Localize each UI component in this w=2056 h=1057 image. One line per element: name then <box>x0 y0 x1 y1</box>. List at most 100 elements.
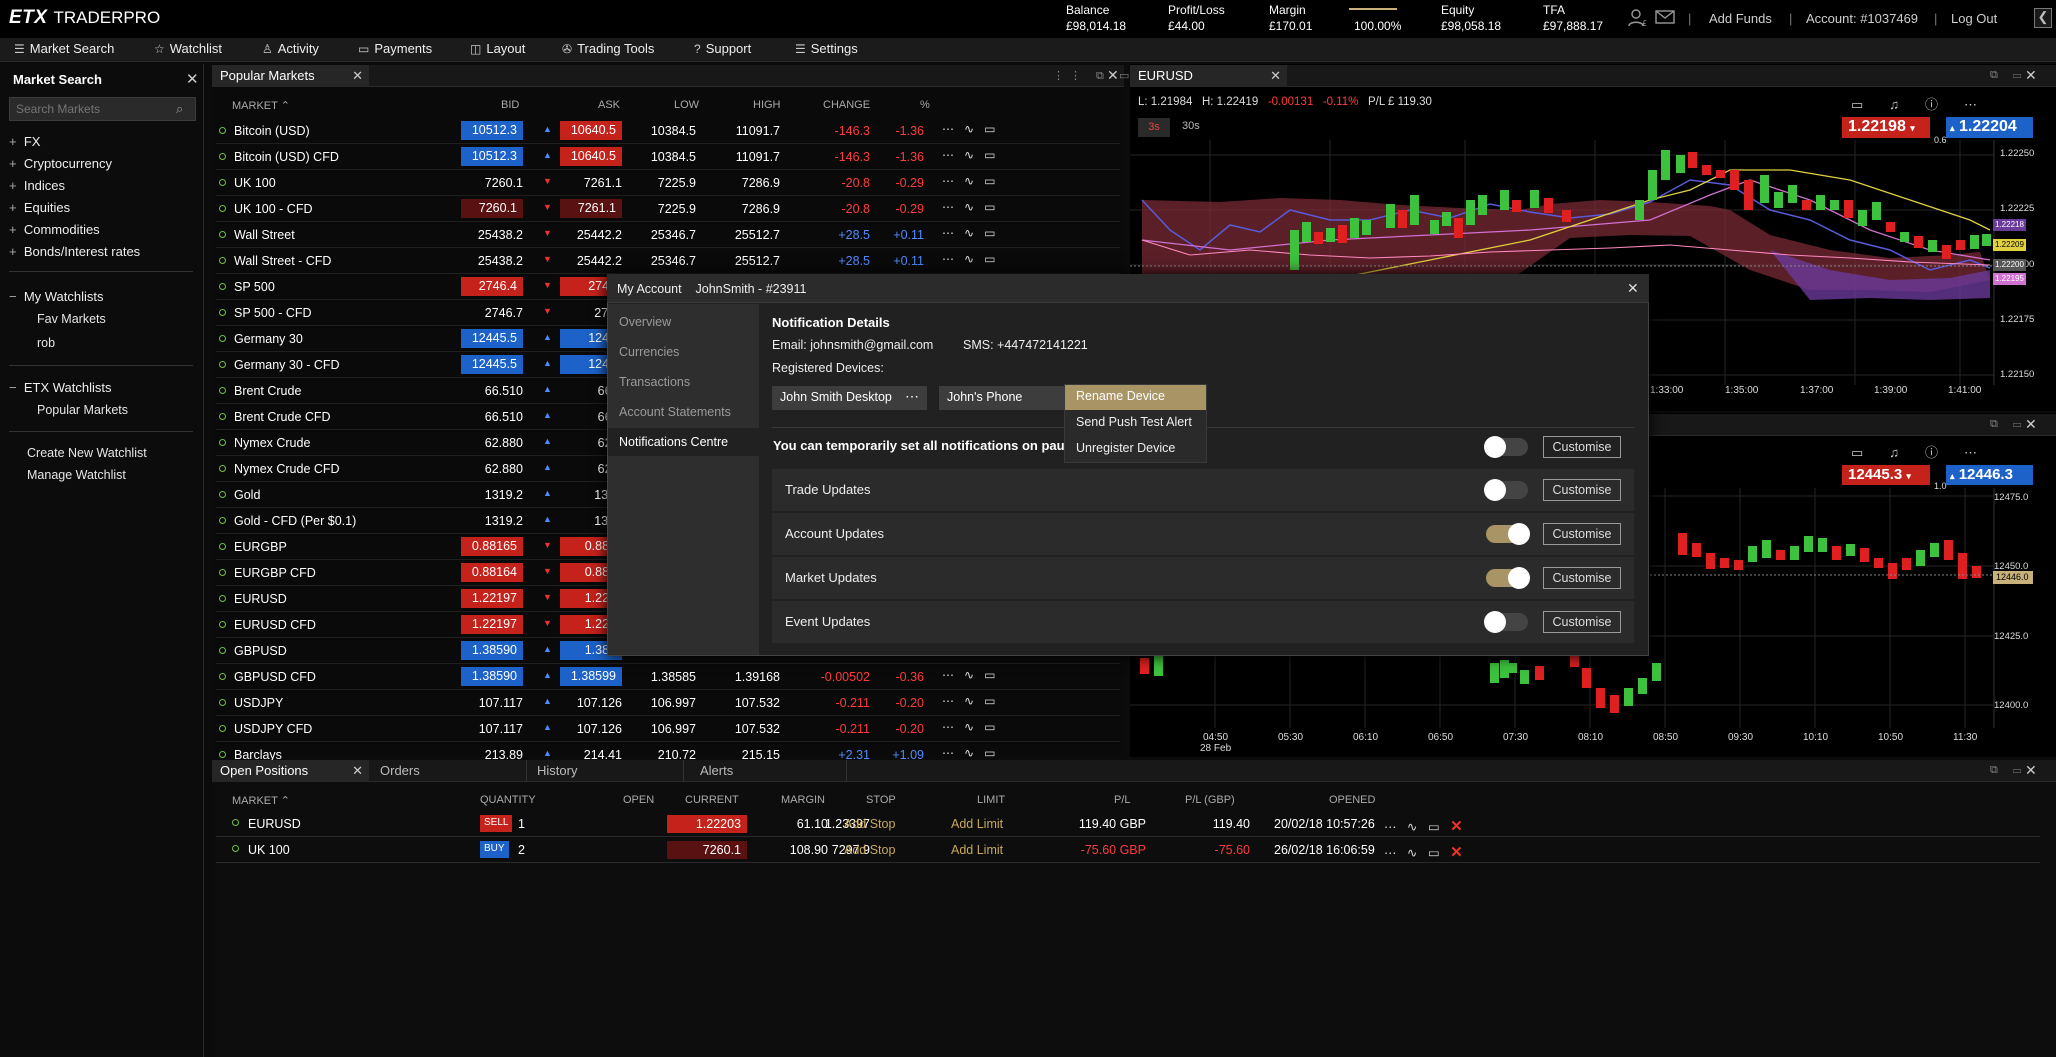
ask-price[interactable]: 7261.1 <box>560 199 622 218</box>
column-stop[interactable]: STOP <box>866 794 896 806</box>
user-icon[interactable]: £ <box>1628 9 1648 28</box>
market-row[interactable]: Bitcoin (USD) 10512.3 ▲ 10640.5 10384.5 11091… <box>216 118 1120 144</box>
market-row[interactable]: USDJPY 107.117 ▲ 107.126 106.997 107.532 -0.21… <box>216 690 1120 716</box>
column-opened[interactable]: OPENED <box>1329 794 1375 806</box>
tab-orders[interactable]: Orders <box>370 760 527 782</box>
bid-price[interactable]: 1319.2 <box>461 514 523 528</box>
column-market[interactable]: MARKET ⌃ <box>232 794 290 807</box>
watchlist-popular-markets[interactable]: Popular Markets <box>37 403 128 417</box>
bid-price[interactable]: 7260.1 <box>461 176 523 190</box>
tab-eurusd[interactable]: EURUSD ✕ <box>1130 65 1287 87</box>
close-icon[interactable]: ✕ <box>352 68 363 84</box>
nav-currencies[interactable]: Currencies <box>619 345 679 359</box>
manage-watchlist-link[interactable]: Manage Watchlist <box>27 468 126 482</box>
menu-market-search[interactable]: ☰ Market Search <box>14 41 114 56</box>
menu-settings[interactable]: ☰ Settings <box>795 41 858 56</box>
close-icon[interactable]: ✕ <box>2025 67 2037 84</box>
bid-price[interactable]: 62.880 <box>461 462 523 476</box>
add-stop-link[interactable]: Add Stop <box>844 817 895 831</box>
chart-tool-icons[interactable]: ▭♫ⓘ⋯ <box>1851 442 2003 461</box>
nav-account-statements[interactable]: Account Statements <box>619 405 731 419</box>
tab-history[interactable]: History <box>527 760 684 782</box>
chart-icon[interactable]: ∿ <box>1407 820 1417 834</box>
ask-price[interactable]: 10640.5 <box>560 147 622 166</box>
bid-price[interactable]: 10512.3 <box>461 121 523 140</box>
column-change[interactable]: CHANGE <box>823 99 870 111</box>
column-limit[interactable]: LIMIT <box>977 794 1005 806</box>
tab-open-positions[interactable]: Open Positions ✕ <box>212 760 369 782</box>
chart-icon[interactable]: ∿ <box>964 174 974 188</box>
customise-button[interactable]: Customise <box>1543 611 1621 633</box>
add-stop-link[interactable]: Add Stop <box>844 843 895 857</box>
bid-price[interactable]: 66.510 <box>461 410 523 424</box>
panel-controls[interactable]: ⧉ ▭ <box>1990 69 2027 82</box>
bid-price[interactable]: 1.38590 <box>461 667 523 686</box>
notification-toggle[interactable] <box>1486 567 1530 589</box>
watchlist-rob[interactable]: rob <box>37 336 55 350</box>
more-icon[interactable]: ⋯ <box>942 226 954 240</box>
bid-price[interactable]: 12445.5 <box>461 329 523 348</box>
chart-icon[interactable]: ∿ <box>964 122 974 136</box>
bid-price[interactable]: 2746.7 <box>461 306 523 320</box>
ticket-icon[interactable]: ▭ <box>984 746 995 760</box>
ticket-icon[interactable]: ▭ <box>984 694 995 708</box>
bid-price[interactable]: 107.117 <box>461 722 523 736</box>
bid-price[interactable]: 1319.2 <box>461 488 523 502</box>
column-market[interactable]: MARKET ⌃ <box>232 99 290 112</box>
bid-price[interactable]: 1.38590 <box>461 641 523 660</box>
bid-price[interactable]: 12445.5 <box>461 355 523 374</box>
close-icon[interactable]: ✕ <box>1627 280 1639 297</box>
column-pl-gbp[interactable]: P/L (GBP) <box>1185 794 1235 806</box>
column-open[interactable]: OPEN <box>623 794 654 806</box>
panel-controls[interactable]: ⋮⋮ ⧉ ▭ <box>1053 69 1135 83</box>
menu-watchlist[interactable]: ☆ Watchlist <box>154 41 222 56</box>
close-position-icon[interactable]: ✕ <box>1450 818 1463 835</box>
chart-icon[interactable]: ∿ <box>964 694 974 708</box>
ask-price[interactable]: 10640.5 <box>560 121 622 140</box>
bid-price[interactable]: 2746.4 <box>461 277 523 296</box>
more-icon[interactable]: ⋯ <box>942 746 954 760</box>
nav-transactions[interactable]: Transactions <box>619 375 690 389</box>
bid-price[interactable]: 10512.3 <box>461 147 523 166</box>
close-icon[interactable]: ✕ <box>2025 762 2037 779</box>
column-bid[interactable]: BID <box>501 99 519 111</box>
position-row[interactable]: EURUSD SELL 1 1.23397 1.22203 61.10 Add Stop Ad… <box>216 811 2040 837</box>
ask-price[interactable]: 7261.1 <box>560 176 622 190</box>
ask-price[interactable]: 25442.2 <box>560 228 622 242</box>
bid-price[interactable]: 25438.2 <box>461 228 523 242</box>
market-row[interactable]: Wall Street - CFD 25438.2 ▼ 25442.2 25346.7 2… <box>216 248 1120 274</box>
more-icon[interactable]: ⋯ <box>942 720 954 734</box>
ticket-icon[interactable]: ▭ <box>984 148 995 162</box>
ticket-icon[interactable]: ▭ <box>984 252 995 266</box>
ask-price[interactable]: 107.126 <box>560 696 622 710</box>
ticket-icon[interactable]: ▭ <box>984 226 995 240</box>
more-icon[interactable]: ⋯ <box>1384 846 1397 860</box>
more-icon[interactable]: ⋯ <box>942 252 954 266</box>
rename-device-item[interactable]: Rename Device <box>1065 385 1206 410</box>
send-push-test-item[interactable]: Send Push Test Alert <box>1065 411 1206 436</box>
chart-icon[interactable]: ∿ <box>964 148 974 162</box>
close-icon[interactable]: ✕ <box>1107 67 1119 84</box>
chart-tool-icons[interactable]: ▭♫ⓘ⋯ <box>1851 94 2003 113</box>
column-current[interactable]: CURRENT <box>685 794 739 806</box>
search-input[interactable] <box>9 97 196 121</box>
chart-icon[interactable]: ∿ <box>964 668 974 682</box>
category-equities[interactable]: + Equities <box>9 200 70 215</box>
market-row[interactable]: UK 100 7260.1 ▼ 7261.1 7225.9 7286.9 -20.8 -0.2… <box>216 170 1120 196</box>
buy-price-button[interactable]: ▴ 1.22204 <box>1946 117 2033 138</box>
market-row[interactable]: Bitcoin (USD) CFD 10512.3 ▲ 10640.5 10384.5 1… <box>216 144 1120 170</box>
ask-price[interactable]: 25442.2 <box>560 254 622 268</box>
category-cryptocurrency[interactable]: + Cryptocurrency <box>9 156 112 171</box>
watchlist-fav-markets[interactable]: Fav Markets <box>37 312 106 326</box>
more-icon[interactable]: ⋯ <box>942 148 954 162</box>
column-low[interactable]: LOW <box>674 99 699 111</box>
position-row[interactable]: UK 100 BUY 2 7297.9 7260.1 108.90 Add Stop Add … <box>216 837 2040 863</box>
logout-link[interactable]: Log Out <box>1951 11 1997 26</box>
column-margin[interactable]: MARGIN <box>781 794 825 806</box>
column-pct[interactable]: % <box>920 99 930 111</box>
chart-icon[interactable]: ∿ <box>964 746 974 760</box>
bid-price[interactable]: 62.880 <box>461 436 523 450</box>
market-row[interactable]: GBPUSD CFD 1.38590 ▲ 1.38599 1.38585 1.39168 -… <box>216 664 1120 690</box>
ticket-icon[interactable]: ▭ <box>984 122 995 136</box>
category-commodities[interactable]: + Commodities <box>9 222 100 237</box>
